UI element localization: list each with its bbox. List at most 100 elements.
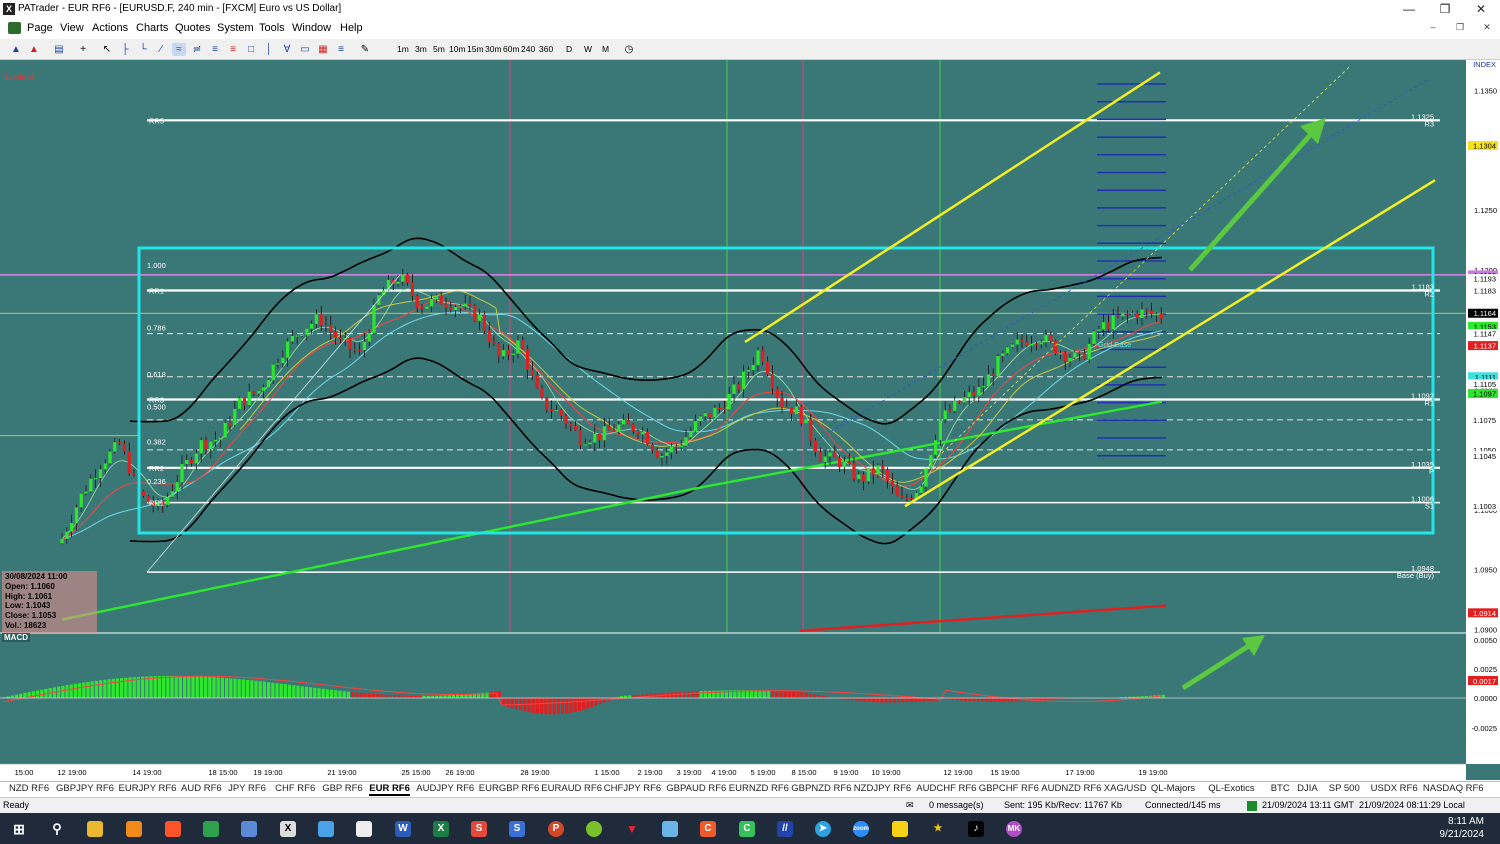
tf-5m[interactable]: 5m [433, 44, 445, 54]
excel-icon[interactable]: X [433, 821, 449, 837]
brave-browser-icon[interactable] [165, 821, 181, 837]
app-blue-icon[interactable] [318, 821, 334, 837]
app-photos-icon[interactable] [662, 821, 678, 837]
menu-window[interactable]: Window [292, 22, 331, 34]
app-green-icon[interactable] [586, 821, 602, 837]
zoom-icon[interactable]: zoom [853, 821, 869, 837]
menu-view[interactable]: View [60, 22, 84, 34]
symbol-tab[interactable]: GBPAUD RF6 [666, 783, 726, 794]
symbol-tab[interactable]: NZD RF6 [9, 783, 49, 794]
menu-quotes[interactable]: Quotes [175, 22, 210, 34]
search-icon[interactable]: ⚲ [49, 821, 65, 837]
sticky-notes-icon[interactable] [892, 821, 908, 837]
tf-3m[interactable]: 3m [415, 44, 427, 54]
symbol-tab[interactable]: GBPCHF RF6 [979, 783, 1039, 794]
channel-tool-icon[interactable]: ≈ [172, 43, 186, 56]
symbol-tab[interactable]: GBP RF6 [322, 783, 362, 794]
symbol-tab[interactable]: GBPJPY RF6 [56, 783, 114, 794]
symbol-tab[interactable]: QL-Majors [1151, 783, 1195, 794]
gann-icon[interactable]: □ [244, 43, 258, 56]
symbol-tab[interactable]: EURAUD RF6 [541, 783, 602, 794]
tf-240[interactable]: 240 [521, 44, 535, 54]
close-button[interactable]: ✕ [1463, 1, 1499, 17]
fib-ext-icon[interactable]: ≡ [226, 43, 240, 56]
chart-icon[interactable]: ▤ [52, 43, 66, 56]
maximize-button[interactable]: ❐ [1427, 1, 1463, 17]
tf-10m[interactable]: 10m [449, 44, 466, 54]
chrome-icon[interactable] [203, 821, 219, 837]
menu-tools[interactable]: Tools [259, 22, 285, 34]
pen-tool-icon[interactable]: ✎ [358, 43, 372, 56]
tf-15m[interactable]: 15m [467, 44, 484, 54]
child-minimize-button[interactable]: – [1426, 22, 1440, 35]
calculator-icon[interactable] [241, 821, 257, 837]
buy-sell-icon[interactable]: ▲ [9, 43, 23, 56]
fib-fan-icon[interactable]: ≓ [190, 43, 204, 56]
app-c-green-icon[interactable]: C [739, 821, 755, 837]
symbol-tab[interactable]: USDX RF6 [1371, 783, 1418, 794]
symbol-tab[interactable]: NZDJPY RF6 [854, 783, 911, 794]
ruler-tool-icon[interactable]: ≡ [334, 43, 348, 56]
tf-30m[interactable]: 30m [485, 44, 502, 54]
symbol-tab[interactable]: EUR RF6 [369, 783, 410, 796]
file-explorer-icon[interactable] [87, 821, 103, 837]
price-chart[interactable]: 1.0000.7860.6180.5000.3820.236RR5RR1RR3R… [0, 60, 1500, 780]
app-orange-icon[interactable] [126, 821, 142, 837]
rect-tool-icon[interactable]: ▭ [298, 43, 312, 56]
profile-mk-icon[interactable]: MK [1006, 821, 1022, 837]
tf-360[interactable]: 360 [539, 44, 553, 54]
hline-tool-icon[interactable]: ├ [118, 43, 132, 56]
crosshair-icon[interactable]: + [76, 43, 90, 56]
symbol-tab[interactable]: AUD RF6 [181, 783, 222, 794]
symbol-tab[interactable]: AUDNZD RF6 [1041, 783, 1101, 794]
app-star-icon[interactable]: ★ [930, 821, 946, 837]
menu-actions[interactable]: Actions [92, 22, 128, 34]
symbol-tab[interactable]: XAG/USD [1104, 783, 1147, 794]
menu-help[interactable]: Help [340, 22, 363, 34]
app-s-blue-icon[interactable]: S [509, 821, 525, 837]
vline-tool-icon[interactable]: └ [136, 43, 150, 56]
symbol-tab[interactable]: EURGBP RF6 [479, 783, 540, 794]
app-c-orange-icon[interactable]: C [700, 821, 716, 837]
powerpoint-icon[interactable]: P [548, 821, 564, 837]
symbol-tab[interactable]: EURNZD RF6 [729, 783, 789, 794]
word-icon[interactable]: W [395, 821, 411, 837]
pitchfork-icon[interactable]: ∀ [280, 43, 294, 56]
tf-monthly[interactable]: M [602, 44, 609, 54]
symbol-tab[interactable]: AUDCHF RF6 [916, 783, 976, 794]
menu-system[interactable]: System [217, 22, 254, 34]
alert-icon[interactable]: ▲ [27, 43, 41, 56]
symbol-tab[interactable]: CHFJPY RF6 [604, 783, 661, 794]
symbol-tab[interactable]: BTC [1271, 783, 1290, 794]
pointer-icon[interactable]: ↖ [100, 43, 114, 56]
symbol-tab[interactable]: GBPNZD RF6 [791, 783, 851, 794]
telegram-icon[interactable]: ➤ [815, 821, 831, 837]
cycle-icon[interactable]: │ [262, 43, 276, 56]
patrader-icon[interactable]: X [280, 821, 296, 837]
grid-tool-icon[interactable]: ▦ [316, 43, 330, 56]
app-ii-icon[interactable]: // [777, 821, 793, 837]
symbol-tab[interactable]: DJIA [1297, 783, 1318, 794]
tiktok-icon[interactable]: ♪ [968, 821, 984, 837]
symbol-tab[interactable]: NASDAQ RF6 [1423, 783, 1484, 794]
menu-charts[interactable]: Charts [136, 22, 168, 34]
fib-retrace-icon[interactable]: ≡ [208, 43, 222, 56]
minimize-button[interactable]: — [1391, 1, 1427, 17]
symbol-tab[interactable]: SP 500 [1329, 783, 1360, 794]
app-s-red-icon[interactable]: S [471, 821, 487, 837]
taskbar-clock[interactable]: 8:11 AM 9/21/2024 [1440, 815, 1485, 841]
symbol-tab[interactable]: EURJPY RF6 [119, 783, 177, 794]
trendline-tool-icon[interactable]: ∕ [154, 43, 168, 56]
status-messages[interactable]: 0 message(s) [929, 800, 984, 810]
menu-page[interactable]: Page [27, 22, 53, 34]
child-restore-button[interactable]: ❐ [1453, 22, 1467, 35]
symbol-tab[interactable]: JPY RF6 [228, 783, 266, 794]
app-red-icon[interactable]: ▼ [624, 821, 640, 837]
tf-1m[interactable]: 1m [397, 44, 409, 54]
symbol-tab[interactable]: CHF RF6 [275, 783, 315, 794]
tf-60m[interactable]: 60m [503, 44, 520, 54]
symbol-tab[interactable]: AUDJPY RF6 [416, 783, 474, 794]
child-close-button[interactable]: ✕ [1480, 22, 1494, 35]
clock-icon[interactable]: ◷ [622, 43, 636, 56]
windows-start-icon[interactable]: ⊞ [11, 821, 27, 837]
